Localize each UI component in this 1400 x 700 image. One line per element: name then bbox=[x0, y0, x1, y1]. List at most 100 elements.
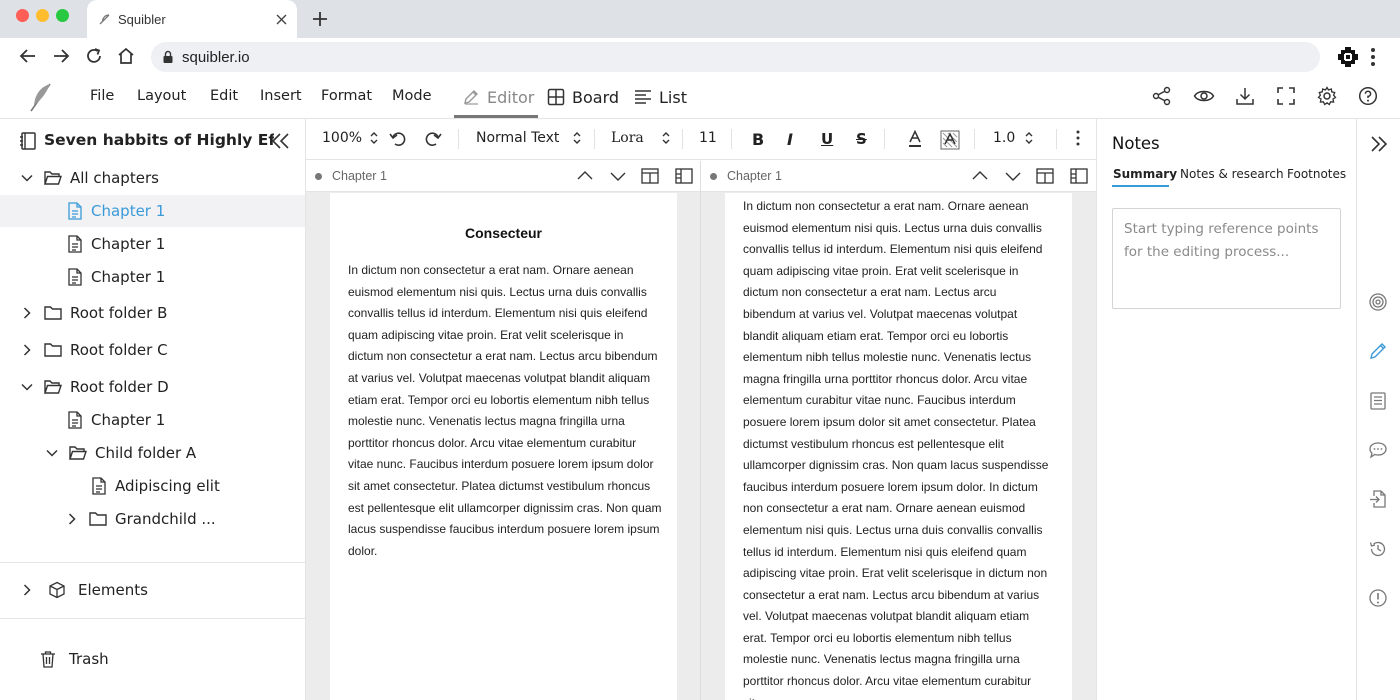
text-style-select[interactable]: Normal Text bbox=[476, 130, 581, 146]
trash-item[interactable]: Trash bbox=[0, 643, 305, 675]
tab-board[interactable]: Board bbox=[547, 84, 619, 110]
chevron-down-icon[interactable] bbox=[19, 379, 35, 395]
book-icon bbox=[19, 131, 37, 151]
squibler-logo-icon[interactable] bbox=[28, 81, 54, 113]
target-goals-icon[interactable] bbox=[1368, 292, 1388, 312]
zoom-select[interactable]: 100% bbox=[322, 130, 378, 146]
document-page[interactable]: Consecteur In dictum non consectetur a e… bbox=[330, 193, 677, 700]
tree-item-root-folder-c[interactable]: Root folder C bbox=[0, 334, 305, 366]
chevron-up-icon[interactable] bbox=[971, 167, 989, 185]
updown-chevron-icon bbox=[573, 131, 581, 145]
sidebar-layout-icon[interactable] bbox=[675, 167, 693, 185]
pane-chapter-label: Chapter 1 bbox=[727, 169, 782, 183]
preview-eye-icon[interactable] bbox=[1193, 86, 1215, 106]
tree-item-adipiscing-elit[interactable]: Adipiscing elit bbox=[0, 470, 305, 502]
chevron-down-icon[interactable] bbox=[19, 170, 35, 186]
undo-icon[interactable] bbox=[389, 130, 407, 148]
info-alert-icon[interactable] bbox=[1368, 588, 1388, 608]
updown-chevron-icon bbox=[662, 131, 670, 145]
bold-icon[interactable]: B bbox=[752, 130, 764, 149]
menu-file[interactable]: File bbox=[90, 88, 114, 104]
underline-icon[interactable]: U bbox=[821, 130, 833, 148]
address-bar[interactable]: squibler.io bbox=[151, 42, 1320, 72]
new-tab-icon[interactable] bbox=[310, 9, 330, 29]
url-text: squibler.io bbox=[182, 48, 250, 66]
strikethrough-icon[interactable]: S bbox=[856, 130, 867, 148]
chevron-right-icon[interactable] bbox=[19, 582, 35, 598]
tab-editor[interactable]: Editor bbox=[462, 84, 534, 110]
highlight-color-icon[interactable] bbox=[940, 130, 960, 150]
chevron-right-icon[interactable] bbox=[64, 511, 80, 527]
browser-tab-title: Squibler bbox=[118, 11, 166, 27]
tree-item-all-chapters[interactable]: All chapters bbox=[0, 162, 305, 194]
forward-arrow-icon[interactable] bbox=[51, 46, 71, 66]
menu-format[interactable]: Format bbox=[321, 88, 372, 104]
tree-item-grandchild[interactable]: Grandchild ... bbox=[0, 503, 305, 535]
menu-mode[interactable]: Mode bbox=[392, 88, 432, 104]
settings-gear-icon[interactable] bbox=[1317, 86, 1337, 106]
download-icon[interactable] bbox=[1235, 86, 1255, 106]
split-layout-icon[interactable] bbox=[1036, 167, 1054, 185]
menu-insert[interactable]: Insert bbox=[260, 88, 302, 104]
share-icon[interactable] bbox=[1152, 86, 1172, 106]
chevron-down-icon[interactable] bbox=[44, 445, 60, 461]
tree-item-chapter-1-selected[interactable]: Chapter 1 bbox=[0, 195, 305, 227]
text-style-value: Normal Text bbox=[476, 130, 560, 146]
browser-tab[interactable]: Squibler bbox=[87, 0, 297, 38]
window-minimize-button[interactable] bbox=[36, 9, 49, 22]
notes-pencil-icon[interactable] bbox=[1368, 341, 1388, 361]
menu-edit[interactable]: Edit bbox=[210, 88, 238, 104]
collapse-sidebar-icon[interactable] bbox=[270, 131, 292, 151]
tree-item-chapter-1[interactable]: Chapter 1 bbox=[0, 261, 305, 293]
home-icon[interactable] bbox=[116, 46, 136, 66]
tree-item-chapter-1[interactable]: Chapter 1 bbox=[0, 404, 305, 436]
italic-icon[interactable]: I bbox=[787, 130, 793, 149]
expand-panel-icon[interactable] bbox=[1368, 133, 1390, 155]
reload-icon[interactable] bbox=[84, 46, 104, 66]
history-icon[interactable] bbox=[1368, 539, 1388, 559]
comments-icon[interactable] bbox=[1368, 440, 1388, 460]
extension-icon[interactable] bbox=[1337, 46, 1359, 68]
chevron-down-icon[interactable] bbox=[1004, 167, 1022, 185]
tree-item-child-folder-a[interactable]: Child folder A bbox=[0, 437, 305, 469]
document-icon bbox=[91, 477, 107, 495]
window-close-button[interactable] bbox=[16, 9, 29, 22]
fullscreen-icon[interactable] bbox=[1276, 86, 1296, 106]
tree-item-chapter-1[interactable]: Chapter 1 bbox=[0, 228, 305, 260]
tab-notes-research[interactable]: Notes & research bbox=[1180, 167, 1284, 181]
tree-item-elements[interactable]: Elements bbox=[0, 574, 305, 606]
chevron-right-icon[interactable] bbox=[19, 342, 35, 358]
chevron-right-icon[interactable] bbox=[19, 305, 35, 321]
chevron-up-icon[interactable] bbox=[576, 167, 594, 185]
tab-list[interactable]: List bbox=[634, 84, 687, 110]
tab-summary[interactable]: Summary bbox=[1113, 167, 1177, 181]
tab-footnotes[interactable]: Footnotes bbox=[1287, 167, 1346, 181]
window-zoom-button[interactable] bbox=[56, 9, 69, 22]
chevron-down-icon[interactable] bbox=[609, 167, 627, 185]
redo-icon[interactable] bbox=[424, 130, 442, 148]
import-file-icon[interactable] bbox=[1368, 489, 1388, 509]
font-size-value[interactable]: 11 bbox=[699, 130, 717, 146]
project-title[interactable]: Seven habbits of Highly Ef... bbox=[44, 131, 274, 149]
browser-menu-icon[interactable] bbox=[1368, 46, 1378, 68]
tab-editor-label: Editor bbox=[487, 87, 535, 107]
sidebar-layout-icon[interactable] bbox=[1070, 167, 1088, 185]
close-tab-icon[interactable] bbox=[276, 14, 287, 25]
tree-item-root-folder-b[interactable]: Root folder B bbox=[0, 297, 305, 329]
notes-textarea[interactable]: Start typing reference points for the ed… bbox=[1112, 208, 1341, 309]
help-icon[interactable] bbox=[1358, 86, 1378, 106]
document-page[interactable]: In dictum non consectetur a erat nam. Or… bbox=[725, 193, 1072, 700]
line-spacing-select[interactable]: 1.0 bbox=[993, 130, 1033, 146]
menu-layout[interactable]: Layout bbox=[137, 88, 186, 104]
document-outline-icon[interactable] bbox=[1368, 391, 1388, 411]
back-arrow-icon[interactable] bbox=[18, 46, 38, 66]
more-options-icon[interactable] bbox=[1076, 130, 1080, 146]
text-color-icon[interactable] bbox=[908, 130, 922, 148]
font-select[interactable]: Lora bbox=[611, 130, 670, 146]
app-header: File Layout Edit Insert Format Mode Edit… bbox=[0, 76, 1400, 119]
tree-item-label: Chapter 1 bbox=[91, 202, 166, 220]
split-layout-icon[interactable] bbox=[641, 167, 659, 185]
tree-item-label: Grandchild ... bbox=[115, 510, 216, 528]
page-heading: Consecteur bbox=[464, 225, 543, 241]
tree-item-root-folder-d[interactable]: Root folder D bbox=[0, 371, 305, 403]
